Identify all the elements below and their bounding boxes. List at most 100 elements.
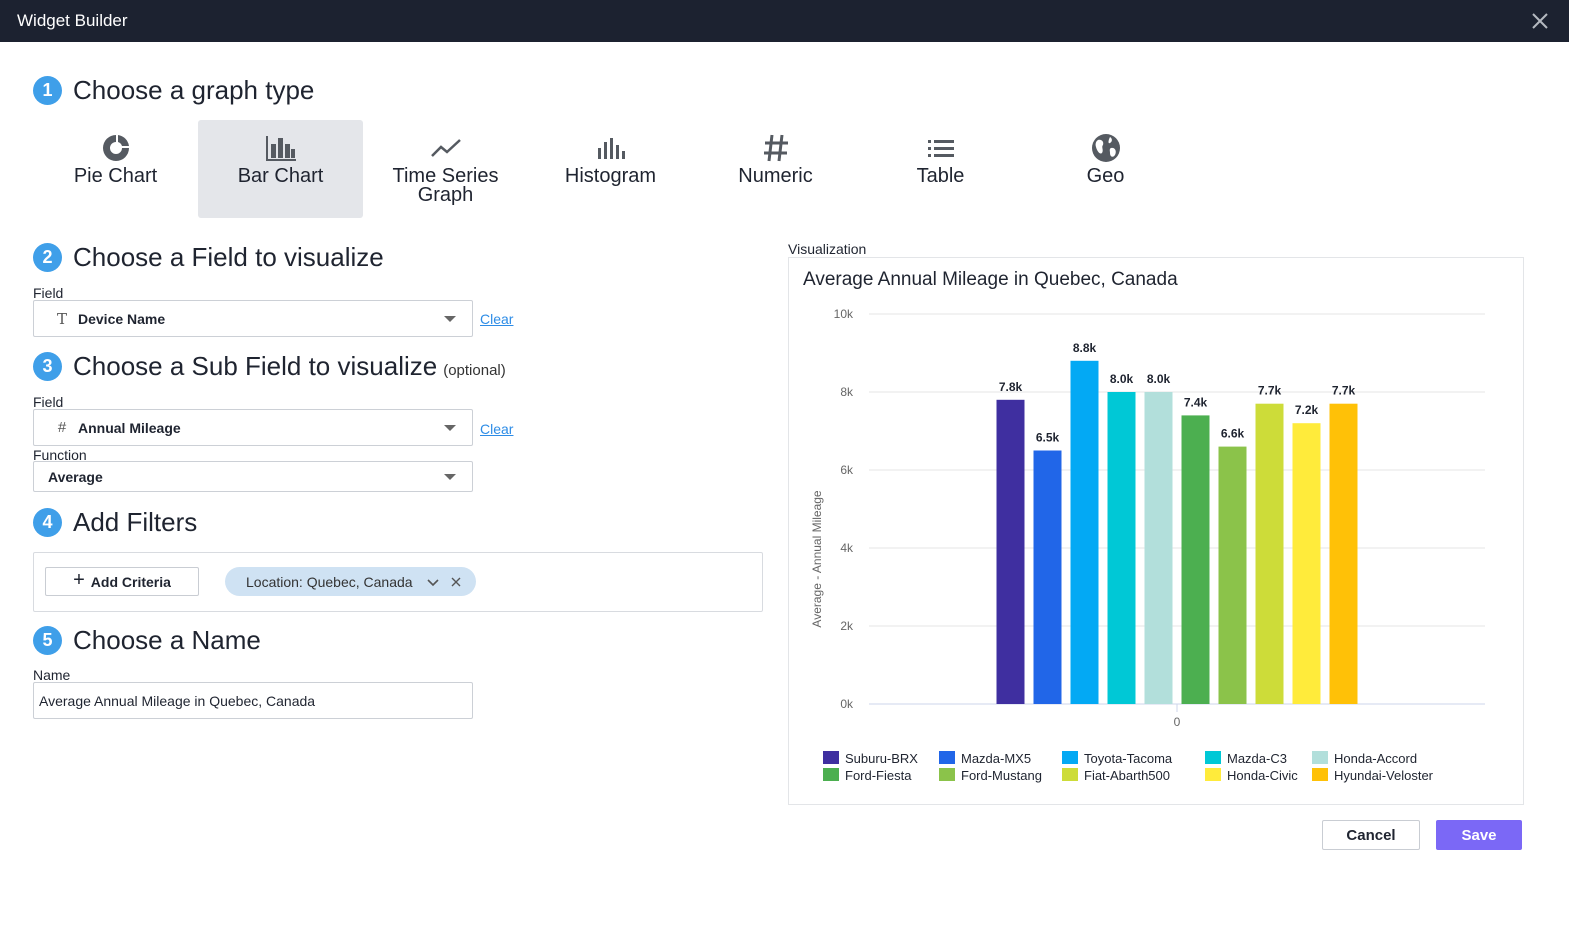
remove-filter-icon[interactable] [451,574,461,590]
graph-type-label: Table [916,165,965,187]
bar [1218,446,1247,704]
legend-swatch [1205,768,1221,781]
legend-swatch [1062,768,1078,781]
y-tick-label: 0k [840,697,854,711]
graph-type-bar-chart[interactable]: Bar Chart [198,120,363,218]
field-select-value: Device Name [78,310,166,327]
globe-icon [1091,132,1121,164]
bar-chart: 0k 2k 4k 6k 8k 10k Average - Annual Mileage 7.8… [810,307,1485,783]
legend-item: Ford-Mustang [961,768,1042,783]
bar [1107,392,1136,704]
line-chart-icon [430,132,462,164]
step-number: 5 [33,626,62,655]
title-bar: Widget Builder [0,0,1569,42]
bar [1144,392,1173,704]
data-label: 8.0k [1147,372,1171,386]
step-label: Choose a Field to visualize [73,242,384,272]
y-tick-label: 8k [840,385,854,399]
data-label: 7.2k [1295,403,1319,417]
legend-swatch [1205,751,1221,764]
subfield-select-value: Annual Mileage [78,419,181,436]
window-title: Widget Builder [17,11,128,30]
bar [996,399,1025,704]
data-label: 7.8k [999,380,1023,394]
y-tick-label: 6k [840,463,854,477]
y-tick-label: 10k [834,307,854,321]
name-input[interactable] [33,682,473,719]
graph-type-label: Time Series Graph [392,165,499,206]
name-label: Name [33,667,71,683]
field-select[interactable]: T Device Name [33,300,473,337]
legend-item: Ford-Fiesta [845,768,912,783]
step-label: Choose a Sub Field to visualize [73,351,438,381]
subfield-clear-link[interactable]: Clear [480,421,513,437]
data-label: 6.5k [1036,431,1060,445]
data-label: 8.8k [1073,341,1097,355]
save-button[interactable]: Save [1436,820,1522,850]
data-label: 7.7k [1332,384,1356,398]
legend-swatch [823,768,839,781]
legend-item: Hyundai-Veloster [1334,768,1434,783]
close-icon[interactable] [1529,10,1551,32]
filter-chip-label: Location: Quebec, Canada [246,573,413,590]
cancel-button[interactable]: Cancel [1322,820,1420,850]
visualization-panel: Average Annual Mileage in Quebec, Canada… [788,257,1524,805]
add-criteria-button[interactable]: + Add Criteria [45,567,199,596]
graph-type-pie-chart[interactable]: Pie Chart [33,120,198,218]
step-3-heading: 3 Choose a Sub Field to visualize (optio… [33,351,506,382]
data-label: 7.4k [1184,395,1208,409]
y-axis-title: Average - Annual Mileage [810,490,824,628]
graph-type-label: Numeric [738,165,813,187]
add-criteria-label: Add Criteria [90,573,171,590]
optional-hint: (optional) [443,362,506,379]
chevron-down-icon [444,473,456,480]
graph-type-time-series[interactable]: Time Series Graph [363,120,528,218]
plus-icon: + [73,569,85,591]
y-tick-label: 4k [840,541,854,555]
bar-chart-icon [265,132,297,164]
bar [1329,403,1358,704]
legend-item: Mazda-C3 [1227,751,1287,766]
step-label: Choose a Name [73,625,261,655]
step-2-heading: 2 Choose a Field to visualize [33,242,384,273]
graph-type-geo[interactable]: Geo [1023,120,1188,218]
bar [1255,403,1284,704]
subfield-select[interactable]: # Annual Mileage [33,409,473,446]
data-label: 8.0k [1110,372,1134,386]
step-number: 3 [33,352,62,381]
chevron-down-icon [444,315,456,322]
legend-swatch [939,768,955,781]
hash-icon [762,132,790,164]
data-label: 6.6k [1221,427,1245,441]
field-clear-link[interactable]: Clear [480,311,513,327]
filter-chip[interactable]: Location: Quebec, Canada [225,567,476,596]
histogram-icon [597,132,625,164]
bar [1181,415,1210,704]
legend-item: Suburu-BRX [845,751,918,766]
legend-swatch [1312,768,1328,781]
bar [1292,423,1321,704]
filters-container: + Add Criteria Location: Quebec, Canada [33,552,763,612]
graph-type-label: Bar Chart [237,165,324,187]
chevron-down-icon[interactable] [427,574,439,590]
legend-item: Honda-Civic [1227,768,1298,783]
legend-swatch [1312,751,1328,764]
function-select[interactable]: Average [33,461,473,492]
bar [1033,450,1062,704]
step-number: 4 [33,508,62,537]
graph-type-numeric[interactable]: Numeric [693,120,858,218]
graph-type-label: Geo [1086,165,1125,187]
data-label: 7.7k [1258,384,1282,398]
step-label: Add Filters [73,507,198,537]
visualization-label: Visualization [788,241,867,257]
step-label: Choose a graph type [73,75,315,105]
legend-swatch [1062,751,1078,764]
field-label: Field [33,285,64,301]
graph-type-histogram[interactable]: Histogram [528,120,693,218]
step-5-heading: 5 Choose a Name [33,625,261,656]
step-4-heading: 4 Add Filters [33,507,197,538]
legend-item: Honda-Accord [1334,751,1417,766]
y-tick-label: 2k [840,619,854,633]
legend-item: Mazda-MX5 [961,751,1031,766]
graph-type-table[interactable]: Table [858,120,1023,218]
